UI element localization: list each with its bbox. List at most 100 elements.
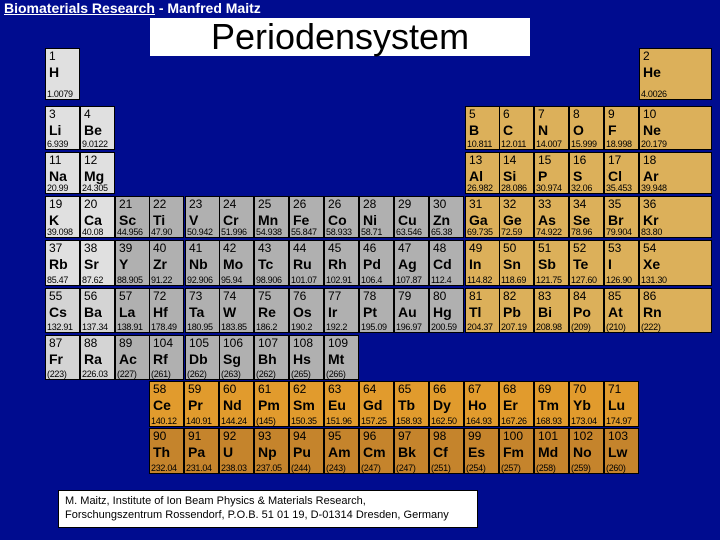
atomic-weight: 151.96 xyxy=(326,416,352,426)
atomic-number: 78 xyxy=(363,289,377,303)
element-symbol: Br xyxy=(608,212,624,228)
atomic-weight: 1.0079 xyxy=(47,89,73,99)
element-symbol: Ru xyxy=(293,256,312,272)
atomic-number: 29 xyxy=(398,197,412,211)
element-symbol: Re xyxy=(258,304,276,320)
atomic-number: 1 xyxy=(49,49,56,63)
element-symbol: Ag xyxy=(398,256,417,272)
element-os: 76 Os 190.2 xyxy=(289,288,324,333)
element-pt: 78 Pt 195.09 xyxy=(359,288,394,333)
element-nd: 60 Nd 144.24 xyxy=(219,381,254,427)
element-symbol: Dy xyxy=(433,397,451,413)
atomic-number: 106 xyxy=(223,336,244,350)
element-symbol: Hs xyxy=(293,351,311,367)
periodic-table: 1 H 1.0079 2 He 4.0026 3 Li 6.939 4 Be 9.0122 5 B 10.8… xyxy=(0,0,720,540)
element-c: 6 C 12.011 xyxy=(499,106,534,150)
atomic-number: 88 xyxy=(84,336,98,350)
atomic-weight: 58.71 xyxy=(361,227,383,237)
atomic-number: 3 xyxy=(49,107,56,121)
atomic-weight: 183.85 xyxy=(221,322,247,332)
atomic-number: 103 xyxy=(608,429,629,443)
element-ra: 88 Ra 226.03 xyxy=(80,335,115,380)
element-yb: 70 Yb 173.04 xyxy=(569,381,604,427)
atomic-number: 86 xyxy=(643,289,657,303)
atomic-weight: (210) xyxy=(606,322,626,332)
element-symbol: Ar xyxy=(643,168,659,184)
atomic-number: 24 xyxy=(223,197,237,211)
atomic-number: 56 xyxy=(84,289,98,303)
element-cu: 29 Cu 63.546 xyxy=(394,196,429,238)
element-symbol: Eu xyxy=(328,397,346,413)
atomic-weight: (209) xyxy=(571,322,591,332)
element-symbol: V xyxy=(189,212,199,228)
element-symbol: Tm xyxy=(538,397,559,413)
element-y: 39 Y 88.905 xyxy=(115,240,150,286)
element-rn: 86 Rn (222) xyxy=(639,288,712,333)
element-la: 57 La 138.91 xyxy=(115,288,150,333)
atomic-number: 49 xyxy=(469,241,483,255)
element-ga: 31 Ga 69.735 xyxy=(465,196,500,238)
element-symbol: Hf xyxy=(153,304,168,320)
atomic-weight: 180.95 xyxy=(187,322,213,332)
element-symbol: Sm xyxy=(293,397,315,413)
atomic-number: 30 xyxy=(433,197,447,211)
atomic-number: 68 xyxy=(503,382,517,396)
element-u: 92 U 238.03 xyxy=(219,428,254,474)
atomic-weight: (227) xyxy=(117,369,137,379)
element-symbol: Fm xyxy=(503,444,524,460)
atomic-number: 15 xyxy=(538,153,552,167)
atomic-number: 34 xyxy=(573,197,587,211)
atomic-weight: (145) xyxy=(256,416,276,426)
atomic-weight: (223) xyxy=(47,369,67,379)
atomic-number: 77 xyxy=(328,289,342,303)
element-symbol: Zn xyxy=(433,212,451,228)
element-mt: 109 Mt (266) xyxy=(324,335,359,380)
element-symbol: W xyxy=(223,304,237,320)
element-symbol: Pb xyxy=(503,304,521,320)
element-mn: 25 Mn 54.938 xyxy=(254,196,289,238)
element-symbol: Sr xyxy=(84,256,99,272)
element-symbol: Tb xyxy=(398,397,416,413)
atomic-number: 12 xyxy=(84,153,98,167)
atomic-number: 54 xyxy=(643,241,657,255)
element-al: 13 Al 26.982 xyxy=(465,152,500,194)
element-symbol: Pt xyxy=(363,304,377,320)
atomic-number: 107 xyxy=(258,336,279,350)
element-symbol: O xyxy=(573,122,584,138)
atomic-number: 57 xyxy=(119,289,133,303)
element-he: 2 He 4.0026 xyxy=(639,48,712,100)
element-te: 52 Te 127.60 xyxy=(569,240,604,286)
element-sr: 38 Sr 87.62 xyxy=(80,240,115,286)
element-db: 105 Db (262) xyxy=(185,335,220,380)
atomic-weight: 95.94 xyxy=(221,275,243,285)
element-symbol: Rb xyxy=(49,256,68,272)
element-symbol: Xe xyxy=(643,256,661,272)
element-zn: 30 Zn 65.38 xyxy=(429,196,464,238)
atomic-weight: 158.93 xyxy=(396,416,422,426)
element-th: 90 Th 232.04 xyxy=(149,428,184,474)
element-symbol: Am xyxy=(328,444,351,460)
element-nb: 41 Nb 92.906 xyxy=(185,240,220,286)
element-symbol: Mg xyxy=(84,168,105,184)
atomic-weight: 157.25 xyxy=(361,416,387,426)
atomic-weight: (265) xyxy=(291,369,311,379)
atomic-weight: 35.453 xyxy=(606,183,632,193)
atomic-weight: (254) xyxy=(466,463,486,473)
atomic-weight: 63.546 xyxy=(396,227,422,237)
element-ca: 20 Ca 40.08 xyxy=(80,196,115,238)
element-ta: 73 Ta 180.95 xyxy=(185,288,220,333)
element-fm: 100 Fm (257) xyxy=(499,428,534,474)
element-symbol: Cf xyxy=(433,444,448,460)
atomic-number: 67 xyxy=(468,382,482,396)
atomic-weight: 78.96 xyxy=(571,227,593,237)
element-symbol: Zr xyxy=(153,256,167,272)
element-cs: 55 Cs 132.91 xyxy=(45,288,80,333)
atomic-number: 28 xyxy=(363,197,377,211)
atomic-number: 37 xyxy=(49,241,63,255)
element-li: 3 Li 6.939 xyxy=(45,106,80,150)
element-hg: 80 Hg 200.59 xyxy=(429,288,464,333)
atomic-number: 13 xyxy=(469,153,483,167)
element-symbol: Ni xyxy=(363,212,377,228)
atomic-weight: 18.998 xyxy=(606,139,632,149)
element-cm: 96 Cm (247) xyxy=(359,428,394,474)
